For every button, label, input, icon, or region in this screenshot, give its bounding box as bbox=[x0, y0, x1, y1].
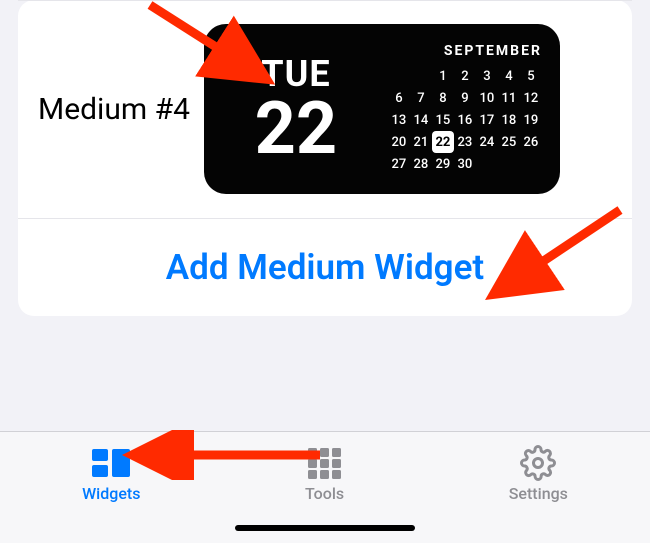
widgets-icon bbox=[91, 446, 131, 480]
calendar-day: 6 bbox=[388, 87, 410, 109]
calendar-day: 23 bbox=[454, 131, 476, 153]
calendar-day: 21 bbox=[410, 131, 432, 153]
calendar-day: 27 bbox=[388, 153, 410, 175]
tab-widgets-label: Widgets bbox=[82, 484, 140, 503]
calendar-day: 17 bbox=[476, 109, 498, 131]
calendar-day: 11 bbox=[498, 87, 520, 109]
date-side: TUE 22 bbox=[204, 24, 382, 194]
calendar-day: 22 bbox=[432, 131, 454, 153]
calendar-day: 25 bbox=[498, 131, 520, 153]
calendar-day: 1 bbox=[432, 65, 454, 87]
widget-row[interactable]: Medium #4 TUE 22 SEPTEMBER 1234567891011… bbox=[18, 0, 632, 219]
calendar-day: 20 bbox=[388, 131, 410, 153]
tab-tools[interactable]: Tools bbox=[305, 446, 345, 503]
gear-icon bbox=[518, 446, 558, 480]
tab-settings-label: Settings bbox=[509, 484, 568, 503]
calendar-side: SEPTEMBER 123456789101112131415161718192… bbox=[382, 24, 560, 194]
calendar-day: 9 bbox=[454, 87, 476, 109]
calendar-day: 4 bbox=[498, 65, 520, 87]
calendar-day: 29 bbox=[432, 153, 454, 175]
add-row: Add Medium Widget bbox=[18, 219, 632, 316]
tab-tools-label: Tools bbox=[305, 484, 344, 503]
calendar-day: 16 bbox=[454, 109, 476, 131]
home-indicator[interactable] bbox=[235, 525, 415, 531]
calendar-day: 10 bbox=[476, 87, 498, 109]
calendar-day: 7 bbox=[410, 87, 432, 109]
widget-label: Medium #4 bbox=[38, 92, 204, 127]
calendar-day: 30 bbox=[454, 153, 476, 175]
month-name: SEPTEMBER bbox=[444, 43, 548, 59]
tab-settings[interactable]: Settings bbox=[509, 446, 568, 503]
day-number: 22 bbox=[255, 93, 338, 165]
widget-card: Medium #4 TUE 22 SEPTEMBER 1234567891011… bbox=[18, 0, 632, 316]
calendar-day: 19 bbox=[520, 109, 542, 131]
calendar-day: 13 bbox=[388, 109, 410, 131]
calendar-day: 18 bbox=[498, 109, 520, 131]
calendar-day: 28 bbox=[410, 153, 432, 175]
calendar-day: 15 bbox=[432, 109, 454, 131]
calendar-day: 8 bbox=[432, 87, 454, 109]
add-medium-widget-button[interactable]: Add Medium Widget bbox=[166, 247, 484, 288]
calendar-day: 2 bbox=[454, 65, 476, 87]
calendar-day: 5 bbox=[520, 65, 542, 87]
tab-widgets[interactable]: Widgets bbox=[82, 446, 140, 503]
calendar-day: 12 bbox=[520, 87, 542, 109]
calendar-grid: 1234567891011121314151617181920212223242… bbox=[388, 65, 542, 175]
calendar-day: 14 bbox=[410, 109, 432, 131]
grid-icon bbox=[305, 446, 345, 480]
calendar-day: 3 bbox=[476, 65, 498, 87]
calendar-day: 24 bbox=[476, 131, 498, 153]
widget-preview: TUE 22 SEPTEMBER 12345678910111213141516… bbox=[204, 24, 560, 194]
calendar-day: 26 bbox=[520, 131, 542, 153]
